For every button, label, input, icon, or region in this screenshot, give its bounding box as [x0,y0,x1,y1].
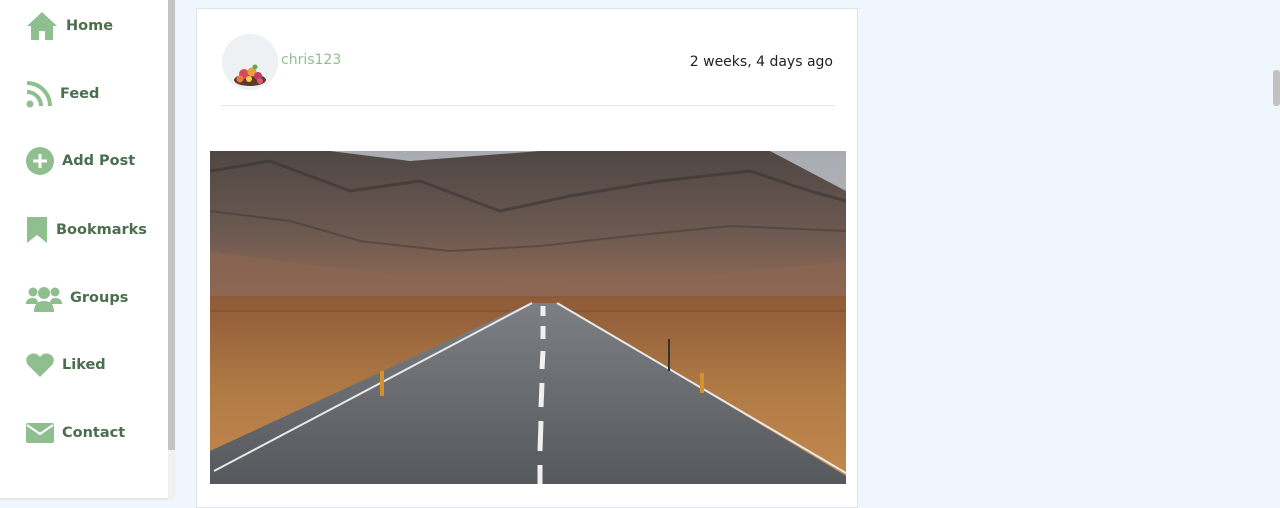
nav-liked-label: Liked [62,357,106,373]
nav-contact[interactable]: Contact [26,421,125,445]
sidebar: Home Feed Add Post Bookmarks Groups Like… [0,0,168,500]
nav-bookmarks-label: Bookmarks [56,222,147,238]
nav-groups[interactable]: Groups [26,284,128,312]
nav-add-post[interactable]: Add Post [26,147,135,175]
post-header-divider [221,105,835,106]
plus-circle-icon [26,147,54,175]
nav-groups-label: Groups [70,290,129,306]
post-username[interactable]: chris123 [281,52,341,68]
user-avatar[interactable] [222,34,278,90]
nav-add-post-label: Add Post [62,153,136,169]
nav-liked[interactable]: Liked [26,352,106,378]
nav-contact-label: Contact [62,425,126,441]
envelope-icon [26,421,54,445]
sidebar-scrollbar-track [168,450,175,500]
post-image[interactable] [210,151,846,484]
bookmark-icon [26,216,48,244]
rss-feed-icon [26,80,52,108]
post-card: chris123 2 weeks, 4 days ago [196,8,858,508]
heart-icon [26,352,54,378]
post-timestamp: 2 weeks, 4 days ago [689,54,833,70]
home-icon [26,11,58,41]
nav-home-label: Home [66,18,114,34]
nav-bookmarks[interactable]: Bookmarks [26,216,147,244]
nav-feed[interactable]: Feed [26,80,99,108]
sidebar-scrollbar[interactable] [168,0,175,450]
page-scrollbar[interactable] [1273,70,1280,106]
users-icon [26,284,62,312]
nav-home[interactable]: Home [26,11,113,41]
nav-feed-label: Feed [60,86,100,102]
